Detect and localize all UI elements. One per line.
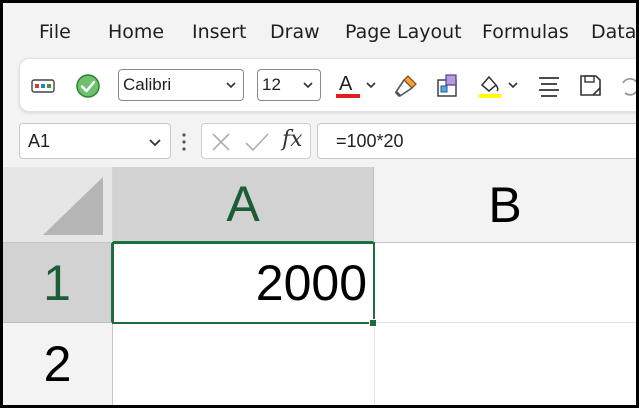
formula-input[interactable]: =100*20 bbox=[317, 123, 636, 159]
menu-insert[interactable]: Insert bbox=[192, 21, 247, 43]
excel-window: File Home Insert Draw Page Layout Formul… bbox=[3, 3, 636, 405]
undo-icon[interactable] bbox=[618, 71, 636, 101]
font-name-value: Calibri bbox=[123, 75, 172, 94]
align-icon[interactable] bbox=[534, 71, 564, 101]
chevron-down-icon bbox=[225, 77, 237, 97]
menu-file[interactable]: File bbox=[39, 21, 71, 43]
cancel-icon[interactable] bbox=[210, 131, 232, 158]
cell-a1[interactable]: 2000 bbox=[112, 242, 375, 324]
styles-gallery-icon[interactable] bbox=[432, 71, 464, 101]
fill-color-icon[interactable] bbox=[476, 71, 522, 101]
column-header-a[interactable]: A bbox=[113, 167, 374, 243]
font-name-select[interactable]: Calibri bbox=[118, 69, 244, 101]
chevron-down-icon bbox=[302, 77, 314, 97]
name-box[interactable]: A1 bbox=[19, 123, 171, 159]
font-size-select[interactable]: 12 bbox=[257, 69, 321, 101]
formula-controls: fx bbox=[201, 123, 311, 159]
formula-value: =100*20 bbox=[336, 130, 404, 151]
cell-styles-icon[interactable] bbox=[28, 71, 58, 101]
more-options-icon[interactable] bbox=[181, 127, 187, 157]
insert-function-icon[interactable]: fx bbox=[282, 127, 303, 152]
menu-bar: File Home Insert Draw Page Layout Formul… bbox=[3, 3, 636, 59]
save-format-icon[interactable] bbox=[576, 71, 606, 101]
spreadsheet-grid: A B 1 2 2000 bbox=[3, 167, 636, 405]
font-size-value: 12 bbox=[262, 75, 281, 94]
menu-home[interactable]: Home bbox=[108, 21, 164, 43]
select-all-corner[interactable] bbox=[3, 167, 113, 243]
menu-data[interactable]: Data bbox=[591, 21, 636, 43]
menu-formulas[interactable]: Formulas bbox=[482, 21, 569, 43]
cell-b1[interactable] bbox=[374, 243, 636, 323]
ribbon-toolbar: Calibri 12 A bbox=[19, 58, 636, 112]
font-color-icon[interactable]: A bbox=[334, 71, 380, 101]
menu-draw[interactable]: Draw bbox=[270, 21, 320, 43]
format-painter-icon[interactable] bbox=[390, 71, 422, 101]
chevron-down-icon bbox=[148, 134, 162, 155]
cell-a1-value: 2000 bbox=[255, 255, 367, 311]
name-box-value: A1 bbox=[28, 130, 51, 151]
column-header-b[interactable]: B bbox=[374, 167, 636, 243]
row-header-2[interactable]: 2 bbox=[3, 323, 113, 405]
enter-icon[interactable] bbox=[244, 131, 270, 158]
row-header-1[interactable]: 1 bbox=[3, 243, 113, 323]
gridline bbox=[374, 323, 375, 405]
accept-icon[interactable] bbox=[72, 71, 104, 101]
menu-page-layout[interactable]: Page Layout bbox=[345, 21, 462, 43]
svg-text:A: A bbox=[339, 73, 353, 95]
fill-handle[interactable] bbox=[369, 319, 377, 327]
